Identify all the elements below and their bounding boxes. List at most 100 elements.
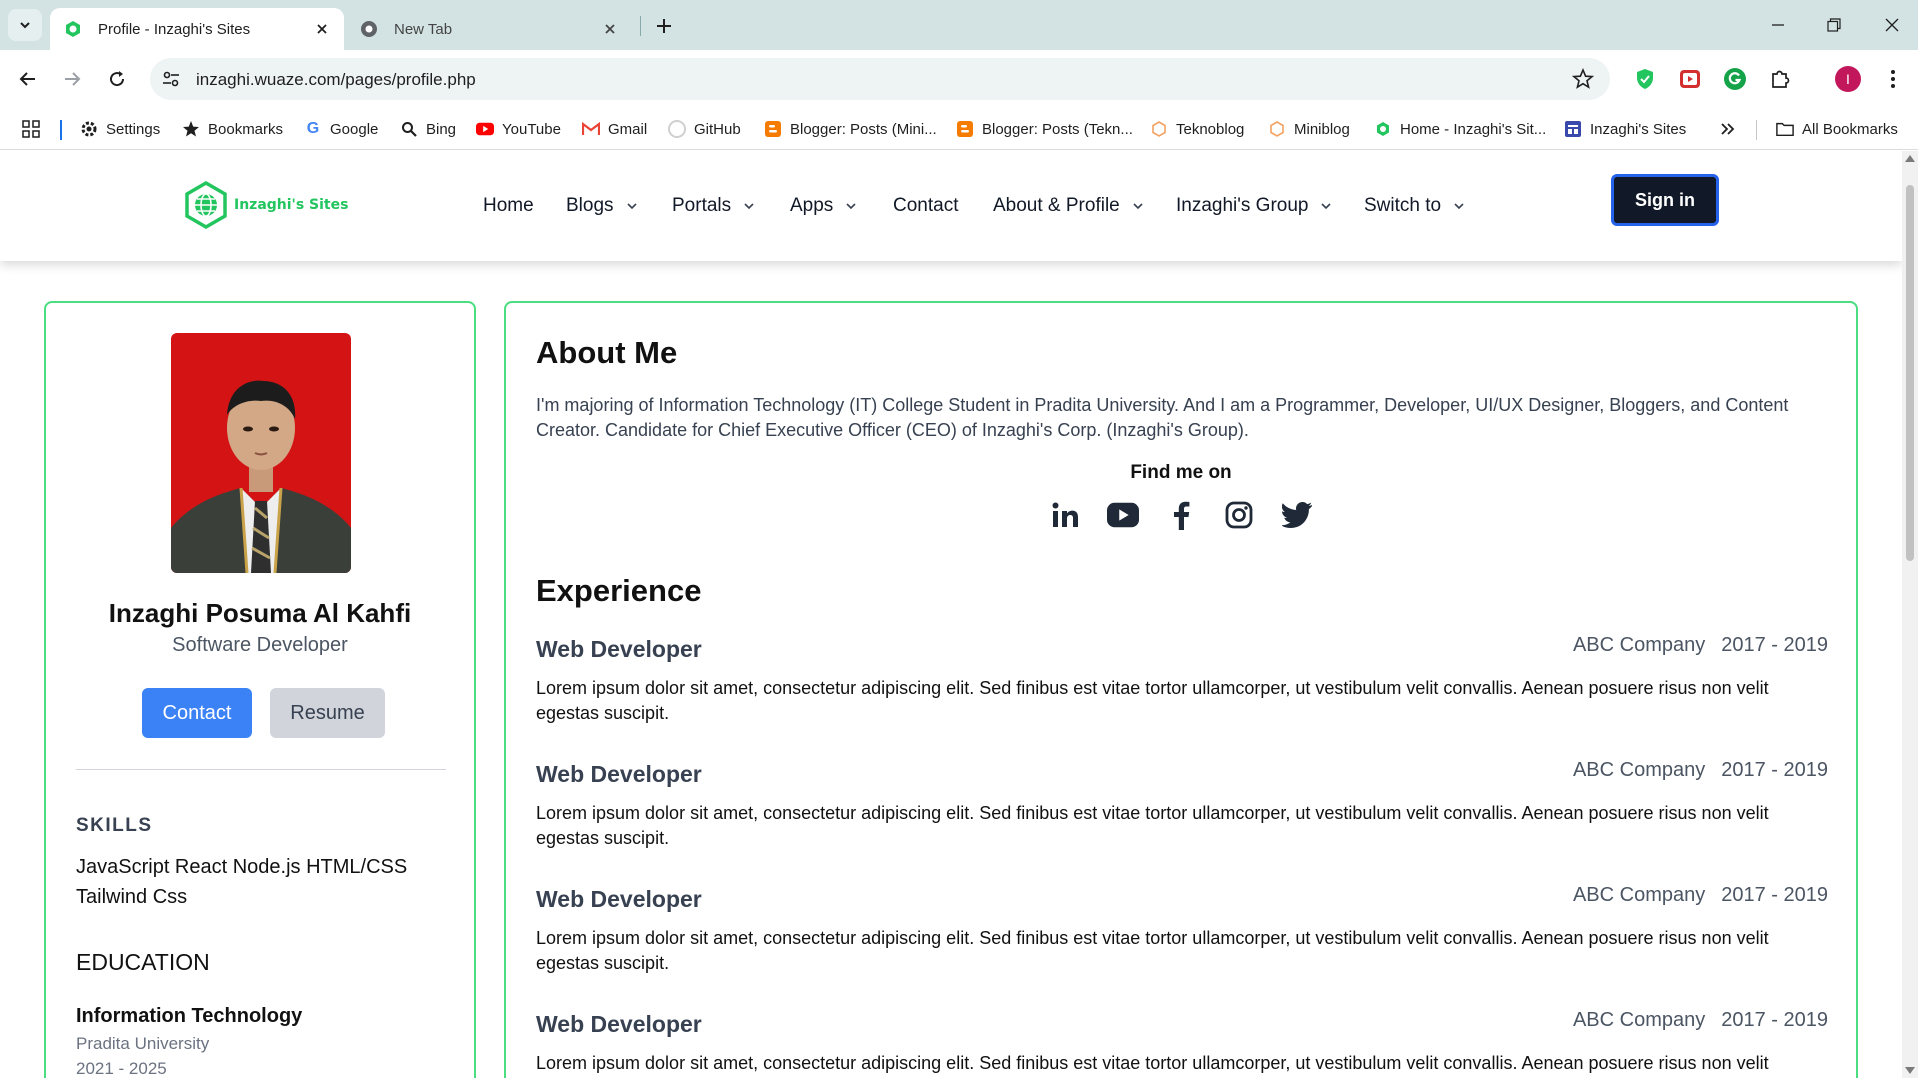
nav-label: Blogs xyxy=(566,195,614,216)
grammarly-icon xyxy=(1724,68,1746,90)
bookmark-blogger-mini[interactable]: Blogger: Posts (Mini... xyxy=(764,116,937,142)
about-text: I'm majoring of Information Technology (… xyxy=(536,395,1789,440)
about-card: About Me I'm majoring of Information Tec… xyxy=(504,301,1858,1078)
job-description: Lorem ipsum dolor sit amet, consectetur … xyxy=(536,803,1769,848)
close-icon[interactable] xyxy=(314,21,330,37)
close-window-button[interactable] xyxy=(1872,10,1912,40)
folder-icon xyxy=(1776,120,1794,138)
blogger-icon xyxy=(956,120,974,138)
nav-label: Portals xyxy=(672,195,732,216)
globe-hexagon-icon xyxy=(185,181,227,229)
browser-tab-profile[interactable]: Profile - Inzaghi's Sites xyxy=(50,8,344,50)
bookmark-star-icon[interactable] xyxy=(1572,68,1594,90)
bookmark-gmail[interactable]: Gmail xyxy=(582,116,647,142)
nav-apps[interactable]: Apps xyxy=(790,193,857,219)
nav-about-profile[interactable]: About & Profile xyxy=(993,193,1144,219)
forward-button[interactable] xyxy=(56,63,88,95)
job-meta: ABC Company 2017 - 2019 xyxy=(1573,634,1828,657)
bookmark-home-inzaghi[interactable]: Home - Inzaghi's Sit... xyxy=(1374,116,1546,142)
profile-avatar[interactable]: I xyxy=(1835,66,1861,92)
site-favicon-icon xyxy=(66,21,80,37)
address-bar[interactable]: inzaghi.wuaze.com/pages/profile.php xyxy=(150,58,1610,100)
youtube-icon xyxy=(476,120,494,138)
job-description: Lorem ipsum dolor sit amet, consectetur … xyxy=(536,678,1769,723)
sign-in-button[interactable]: Sign in xyxy=(1611,174,1719,226)
chevron-down-icon xyxy=(626,203,637,210)
bookmark-label: Home - Inzaghi's Sit... xyxy=(1400,120,1547,138)
video-extension[interactable] xyxy=(1675,64,1705,94)
bookmark-settings[interactable]: Settings xyxy=(80,116,160,142)
back-button[interactable] xyxy=(12,63,44,95)
url-text[interactable]: inzaghi.wuaze.com/pages/profile.php xyxy=(196,70,476,90)
job-company: ABC Company xyxy=(1572,1009,1706,1031)
nav-switch-to[interactable]: Switch to xyxy=(1364,193,1465,219)
bookmark-bing[interactable]: Bing xyxy=(400,116,456,142)
scroll-up-arrow-icon[interactable] xyxy=(1905,155,1915,162)
linkedin-icon[interactable] xyxy=(1049,499,1081,531)
browser-tab-new[interactable]: New Tab xyxy=(346,8,632,50)
minimize-button[interactable] xyxy=(1758,10,1798,40)
bookmark-blogger-tekn[interactable]: Blogger: Posts (Tekn... xyxy=(956,116,1133,142)
nav-inzaghis-group[interactable]: Inzaghi's Group xyxy=(1176,193,1332,219)
instagram-icon[interactable] xyxy=(1223,499,1255,531)
twitter-icon[interactable] xyxy=(1281,499,1313,531)
profile-photo xyxy=(171,333,351,573)
education-degree: Information Technology xyxy=(76,1005,303,1027)
bookmark-miniblog[interactable]: Miniblog xyxy=(1268,116,1350,142)
page-scrollbar[interactable] xyxy=(1902,151,1918,1078)
bookmark-label: Miniblog xyxy=(1294,120,1350,138)
more-bookmarks-button[interactable] xyxy=(1720,116,1736,142)
job-meta: ABC Company 2017 - 2019 xyxy=(1573,884,1828,907)
grammarly-extension[interactable] xyxy=(1720,64,1750,94)
search-icon xyxy=(400,120,418,138)
site-logo[interactable]: Inzaghi's Sites xyxy=(184,181,348,229)
puzzle-icon xyxy=(1772,70,1790,88)
nav-label: About & Profile xyxy=(993,195,1120,216)
find-me-heading: Find me on xyxy=(1130,462,1232,483)
about-heading: About Me xyxy=(536,335,678,370)
extensions-button[interactable] xyxy=(1765,64,1795,94)
nav-contact[interactable]: Contact xyxy=(893,193,958,219)
bookmark-label: Gmail xyxy=(608,120,648,138)
resume-button[interactable]: Resume xyxy=(270,688,385,738)
chevron-down-icon xyxy=(744,203,754,210)
bookmark-bookmarks[interactable]: Bookmarks xyxy=(182,116,283,142)
bookmark-google[interactable]: G Google xyxy=(304,116,379,142)
chevron-down-icon xyxy=(846,203,856,210)
all-bookmarks-button[interactable]: All Bookmarks xyxy=(1776,116,1898,142)
video-icon xyxy=(1680,70,1700,88)
shield-icon xyxy=(1637,69,1653,89)
bookmark-inzaghi-sites[interactable]: Inzaghi's Sites xyxy=(1564,116,1686,142)
adblock-extension[interactable] xyxy=(1630,64,1660,94)
nav-home[interactable]: Home xyxy=(483,193,534,219)
nav-blogs[interactable]: Blogs xyxy=(566,193,638,219)
job-title: Web Developer xyxy=(536,636,702,662)
new-tab-button[interactable] xyxy=(650,12,678,40)
nav-portals[interactable]: Portals xyxy=(672,193,755,219)
bookmark-teknoblog[interactable]: Teknoblog xyxy=(1150,116,1244,142)
apps-button[interactable] xyxy=(22,116,40,142)
bookmarks-bar: Settings Bookmarks G Google Bing YouTube… xyxy=(0,108,1918,150)
scroll-down-arrow-icon[interactable] xyxy=(1905,1067,1915,1074)
job-company: ABC Company xyxy=(1572,759,1706,781)
reload-button[interactable] xyxy=(101,63,133,95)
nav-label: Inzaghi's Group xyxy=(1176,195,1309,216)
bookmark-youtube[interactable]: YouTube xyxy=(476,116,561,142)
minimize-icon xyxy=(1772,24,1784,26)
site-navbar: Inzaghi's Sites Home Blogs Portals Apps … xyxy=(0,151,1902,261)
youtube-icon[interactable] xyxy=(1107,499,1139,531)
tab-search-button[interactable] xyxy=(8,9,42,41)
close-icon[interactable] xyxy=(602,21,618,37)
gmail-icon xyxy=(582,120,600,138)
restore-button[interactable] xyxy=(1814,10,1854,40)
bookmark-label: GitHub xyxy=(694,120,741,138)
browser-menu-button[interactable] xyxy=(1878,64,1908,94)
scrollbar-thumb[interactable] xyxy=(1906,185,1914,561)
site-info-icon[interactable] xyxy=(160,68,182,90)
contact-button[interactable]: Contact xyxy=(142,688,252,738)
bookmark-github[interactable]: GitHub xyxy=(668,116,741,142)
facebook-icon[interactable] xyxy=(1165,499,1197,531)
nav-label: Switch to xyxy=(1364,195,1442,216)
chevron-down-icon xyxy=(1321,203,1332,210)
bookmark-label: Blogger: Posts (Mini... xyxy=(790,120,937,138)
